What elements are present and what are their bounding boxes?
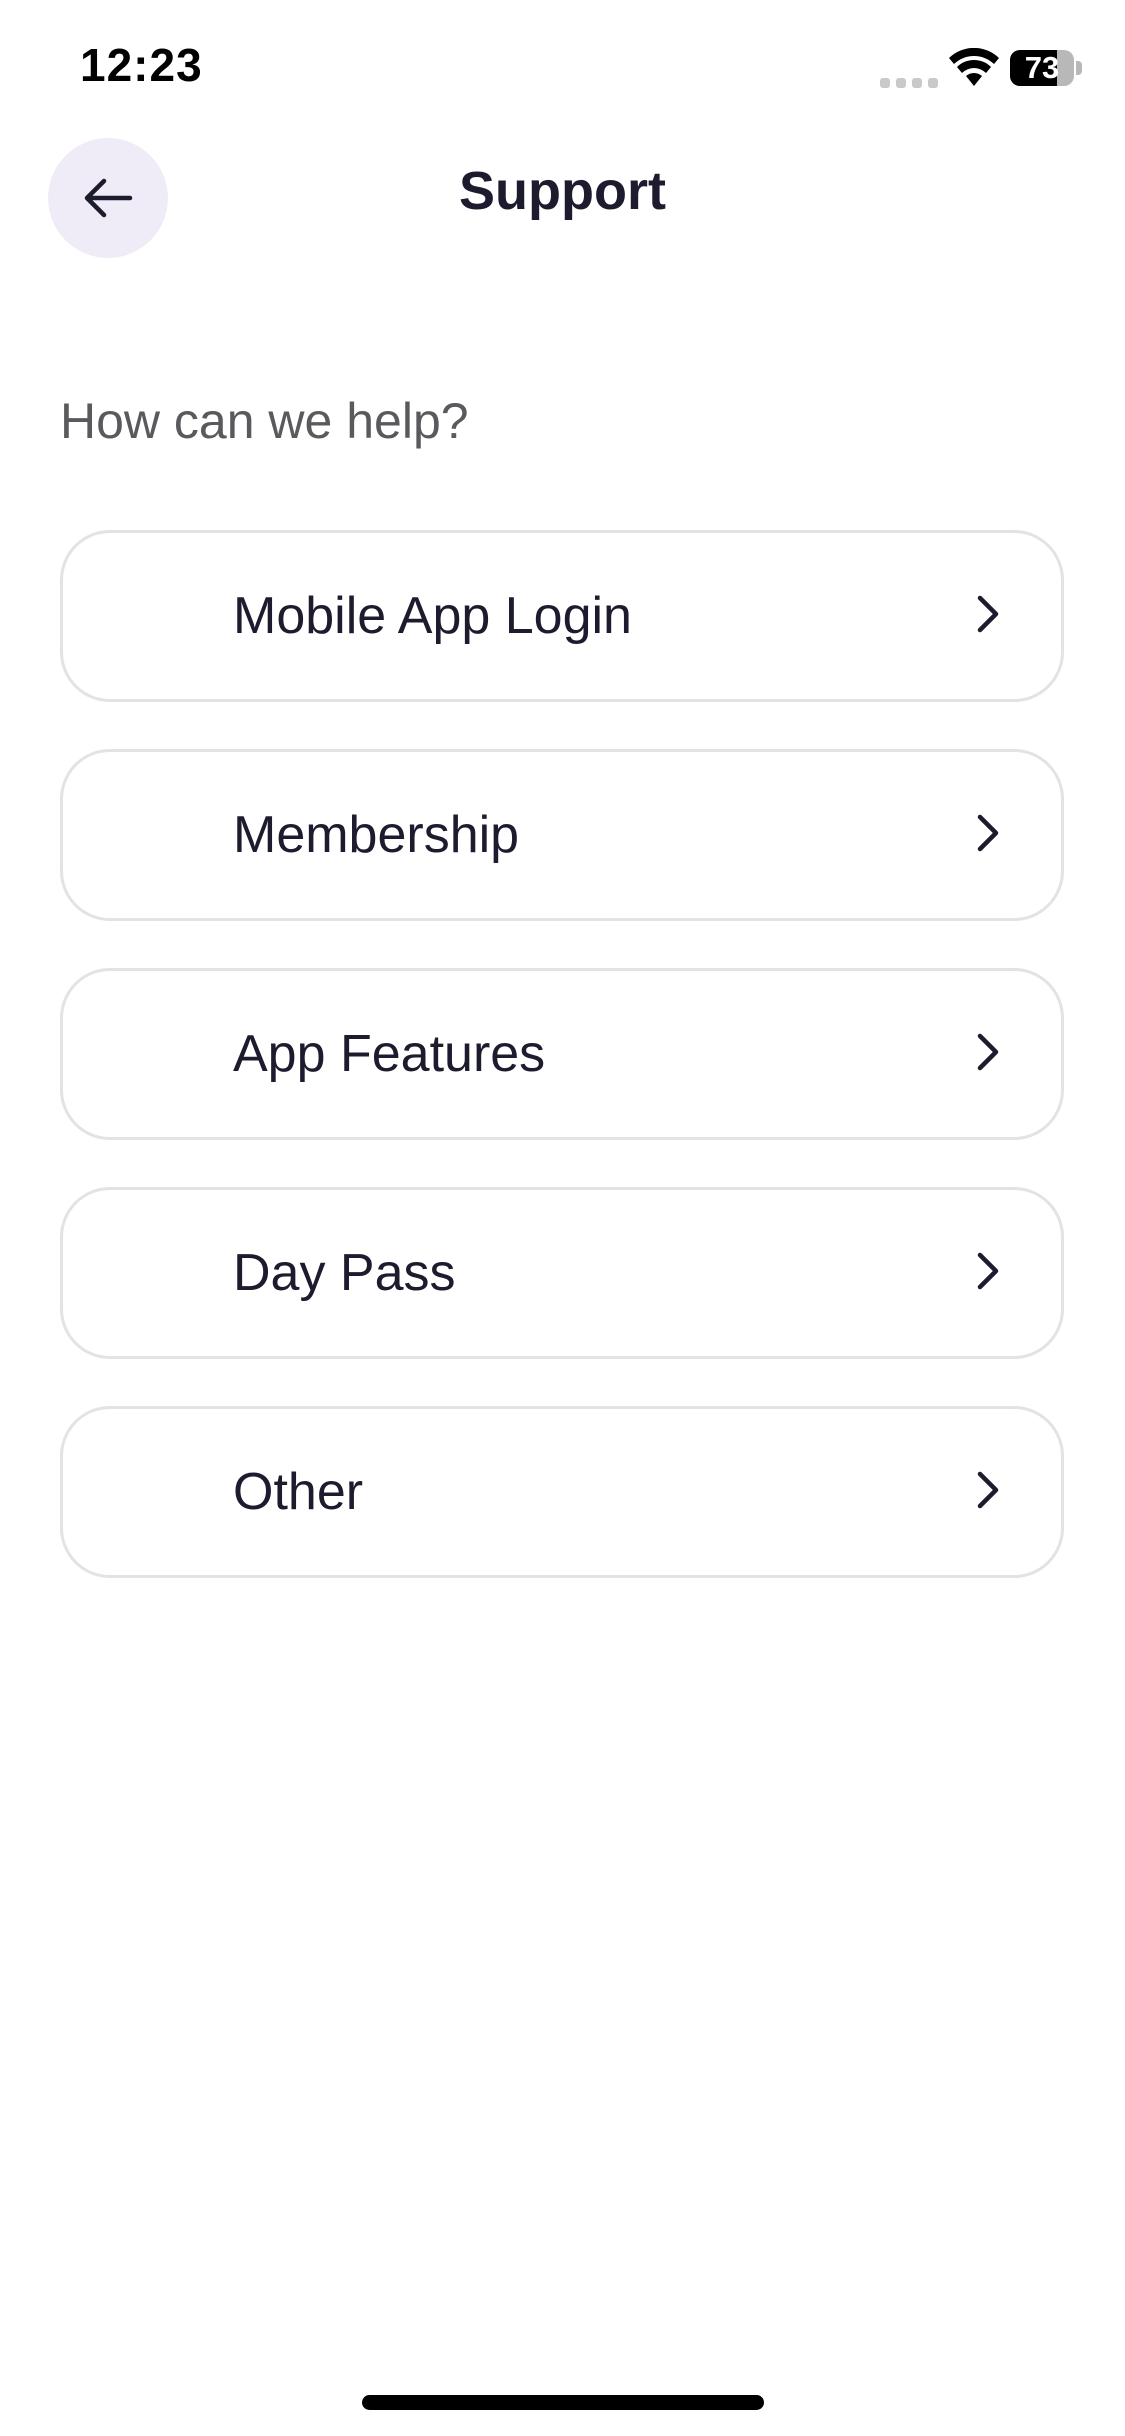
topic-mobile-app-login[interactable]: Mobile App Login — [60, 530, 1064, 702]
chevron-right-icon — [977, 1033, 999, 1071]
battery-tip — [1076, 61, 1082, 75]
wifi-icon — [949, 48, 999, 86]
status-time: 12:23 — [80, 39, 203, 91]
topic-label: App Features — [233, 1025, 546, 1083]
help-heading: How can we help? — [60, 393, 469, 449]
status-bar: 12:23 73 — [0, 0, 1125, 132]
support-topic-list: Mobile App Login Membership App Features… — [60, 530, 1064, 1625]
home-indicator[interactable] — [362, 2395, 764, 2410]
battery-level: 73 — [1024, 50, 1060, 85]
chevron-right-icon — [977, 1471, 999, 1509]
topic-label: Membership — [233, 806, 520, 864]
topic-label: Day Pass — [233, 1244, 456, 1302]
topic-other[interactable]: Other — [60, 1406, 1064, 1578]
topic-label: Mobile App Login — [233, 587, 632, 645]
topic-day-pass[interactable]: Day Pass — [60, 1187, 1064, 1359]
battery-icon: 73 — [1010, 50, 1074, 86]
cellular-signal-icon — [880, 74, 938, 88]
topic-app-features[interactable]: App Features — [60, 968, 1064, 1140]
page-title: Support — [459, 161, 666, 221]
topic-membership[interactable]: Membership — [60, 749, 1064, 921]
chevron-right-icon — [977, 814, 999, 852]
chevron-right-icon — [977, 1252, 999, 1290]
topic-label: Other — [233, 1463, 364, 1521]
chevron-right-icon — [977, 595, 999, 633]
